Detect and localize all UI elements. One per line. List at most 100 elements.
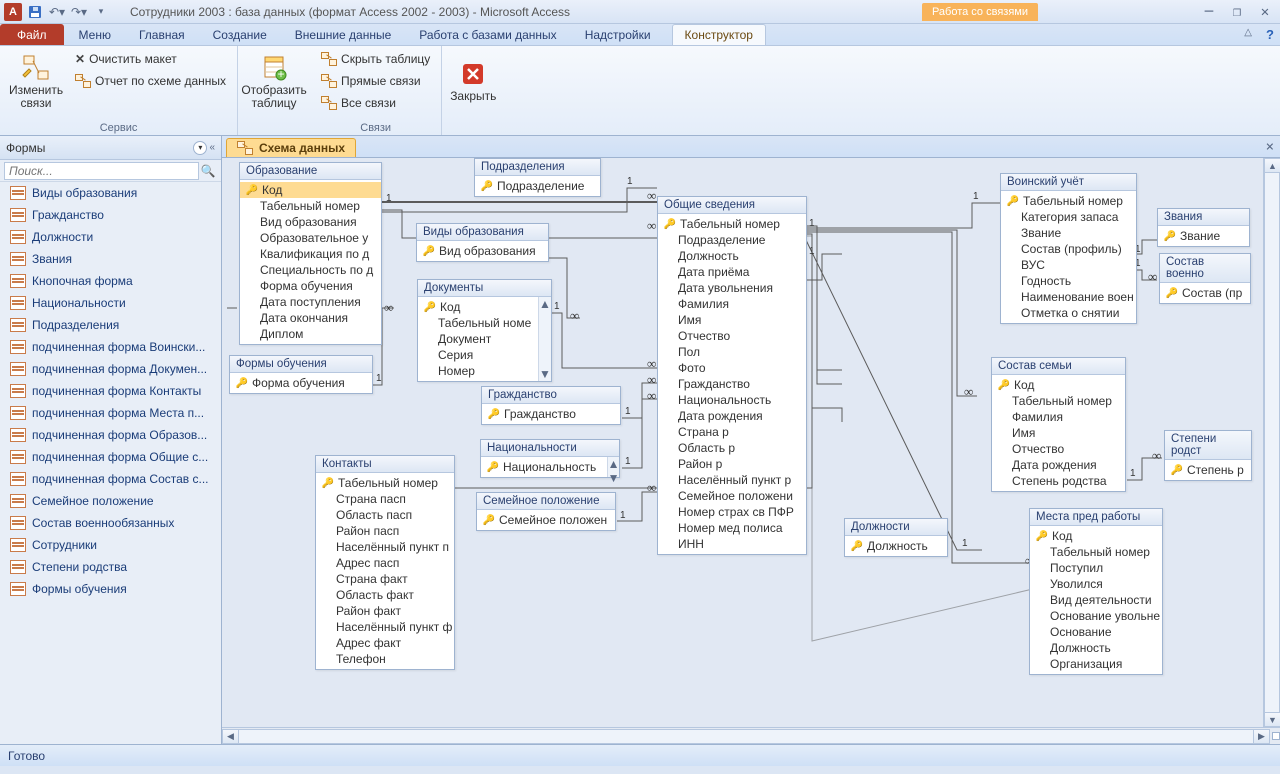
edit-relationships-button[interactable]: Изменить связи (6, 48, 66, 114)
table-citizenship[interactable]: Гражданство 🔑Гражданство (481, 386, 621, 425)
tab-dbtools[interactable]: Работа с базами данных (406, 24, 569, 45)
field[interactable]: Страна факт (316, 571, 454, 587)
canvas-hscrollbar[interactable]: ◀ ▶ (222, 727, 1280, 744)
field[interactable]: Состав (профиль) (1001, 241, 1136, 257)
field[interactable]: Национальность (658, 392, 806, 408)
table-positions[interactable]: Должности 🔑Должность (844, 518, 948, 557)
field[interactable]: 🔑Форма обучения (230, 375, 372, 391)
field[interactable]: ВУС (1001, 257, 1136, 273)
table-documents[interactable]: Документы ▲▼ 🔑КодТабельный номеДокументС… (417, 279, 552, 382)
field[interactable]: Должность (658, 248, 806, 264)
nav-item[interactable]: Семейное положение (0, 490, 221, 512)
field[interactable]: Табельный номе (418, 315, 551, 331)
ribbon-collapse-icon[interactable]: △ (1244, 27, 1252, 38)
table-ranks[interactable]: Звания 🔑Звание (1157, 208, 1250, 247)
hide-table-button[interactable]: Скрыть таблицу (316, 48, 435, 70)
field[interactable]: Дата окончания (240, 310, 381, 326)
tab-file[interactable]: Файл (0, 24, 64, 45)
field[interactable]: 🔑Подразделение (475, 178, 600, 194)
field[interactable]: Семейное положени (658, 488, 806, 504)
field[interactable]: Документ (418, 331, 551, 347)
field[interactable]: Серия (418, 347, 551, 363)
table-general[interactable]: Общие сведения 🔑Табельный номерПодраздел… (657, 196, 807, 555)
scroll-down-icon[interactable]: ▼ (1264, 712, 1280, 727)
field[interactable]: Страна пасп (316, 491, 454, 507)
field[interactable]: 🔑Звание (1158, 228, 1249, 244)
save-icon[interactable] (26, 3, 44, 21)
undo-icon[interactable]: ↶▾ (48, 3, 66, 21)
field[interactable]: Основание увольне (1030, 608, 1162, 624)
nav-header[interactable]: Формы ▾ « (0, 136, 221, 160)
tab-home[interactable]: Главная (126, 24, 198, 45)
nav-item[interactable]: Сотрудники (0, 534, 221, 556)
table-family-members[interactable]: Состав семьи 🔑КодТабельный номерФамилияИ… (991, 357, 1126, 492)
nav-item[interactable]: Формы обучения (0, 578, 221, 600)
field[interactable]: Населённый пункт ф (316, 619, 454, 635)
tab-external[interactable]: Внешние данные (282, 24, 405, 45)
field[interactable]: 🔑Табельный номер (316, 475, 454, 491)
field[interactable]: 🔑Табельный номер (658, 216, 806, 232)
nav-item[interactable]: Подразделения (0, 314, 221, 336)
field[interactable]: Имя (992, 425, 1125, 441)
field[interactable]: Звание (1001, 225, 1136, 241)
all-relations-button[interactable]: Все связи (316, 92, 435, 114)
field[interactable]: Вид деятельности (1030, 592, 1162, 608)
field[interactable]: Образовательное у (240, 230, 381, 246)
table-contacts[interactable]: Контакты 🔑Табельный номерСтрана паспОбла… (315, 455, 455, 670)
direct-relations-button[interactable]: Прямые связи (316, 70, 435, 92)
field[interactable]: Уволился (1030, 576, 1162, 592)
tab-close-icon[interactable]: × (1266, 139, 1274, 155)
table-prev-jobs[interactable]: Места пред работы 🔑КодТабельный номерПос… (1029, 508, 1163, 675)
field[interactable]: 🔑Национальность (481, 459, 619, 475)
nav-list[interactable]: Виды образованияГражданствоДолжностиЗван… (0, 182, 221, 744)
tab-create[interactable]: Создание (200, 24, 280, 45)
table-education[interactable]: Образование 🔑КодТабельный номерВид образ… (239, 162, 382, 345)
nav-item[interactable]: подчиненная форма Образов... (0, 424, 221, 446)
relationship-report-button[interactable]: Отчет по схеме данных (70, 70, 231, 92)
field[interactable]: Специальность по д (240, 262, 381, 278)
field[interactable]: Отчество (658, 328, 806, 344)
field[interactable]: Основание (1030, 624, 1162, 640)
nav-item[interactable]: Степени родства (0, 556, 221, 578)
field[interactable]: Подразделение (658, 232, 806, 248)
app-icon[interactable]: A (4, 3, 22, 21)
show-table-button[interactable]: + Отобразить таблицу (244, 48, 304, 114)
table-kinship[interactable]: Степени родст 🔑Степень р (1164, 430, 1252, 481)
field[interactable]: Гражданство (658, 376, 806, 392)
field[interactable]: 🔑Код (992, 377, 1125, 393)
field[interactable]: Населённый пункт п (316, 539, 454, 555)
field[interactable]: Номер (418, 363, 551, 379)
nav-item[interactable]: Национальности (0, 292, 221, 314)
table-nationalities[interactable]: Национальности ▲▼ 🔑Национальность (480, 439, 620, 478)
nav-item[interactable]: Виды образования (0, 182, 221, 204)
field[interactable]: Район факт (316, 603, 454, 619)
field[interactable]: Степень родства (992, 473, 1125, 489)
field[interactable]: Номер страх св ПФР (658, 504, 806, 520)
scroll-up-icon[interactable]: ▲ (1264, 158, 1280, 173)
field[interactable]: Диплом (240, 326, 381, 342)
table-marital[interactable]: Семейное положение 🔑Семейное положен (476, 492, 616, 531)
field[interactable]: Фамилия (658, 296, 806, 312)
close-button[interactable]: ✕ (1254, 4, 1276, 20)
field[interactable]: Область р (658, 440, 806, 456)
field[interactable]: Форма обучения (240, 278, 381, 294)
search-input[interactable] (4, 162, 199, 180)
field[interactable]: Дата приёма (658, 264, 806, 280)
field[interactable]: Населённый пункт р (658, 472, 806, 488)
nav-dropdown-icon[interactable]: ▾ (193, 141, 207, 155)
relationships-canvas[interactable]: 1 ∞ 1 ∞ 1 ∞ 1 ∞ 1 ∞ 1 ∞ 1 ∞ 1 1 ∞ 1 1 ∞ … (222, 158, 1280, 727)
nav-item[interactable]: подчиненная форма Места п... (0, 402, 221, 424)
field[interactable]: Табельный номер (1030, 544, 1162, 560)
field[interactable]: Дата поступления (240, 294, 381, 310)
table-military[interactable]: Воинский учёт 🔑Табельный номерКатегория … (1000, 173, 1137, 324)
clear-layout-button[interactable]: ✕ Очистить макет (70, 48, 231, 70)
qat-customize-icon[interactable]: ▾ (92, 3, 110, 21)
field[interactable]: Пол (658, 344, 806, 360)
field[interactable]: 🔑Степень р (1165, 462, 1251, 478)
field[interactable]: Категория запаса (1001, 209, 1136, 225)
nav-item[interactable]: Звания (0, 248, 221, 270)
tab-schema[interactable]: Схема данных (226, 138, 356, 157)
minimize-button[interactable]: ─ (1198, 4, 1220, 20)
field[interactable]: Адрес пасп (316, 555, 454, 571)
field[interactable]: Поступил (1030, 560, 1162, 576)
